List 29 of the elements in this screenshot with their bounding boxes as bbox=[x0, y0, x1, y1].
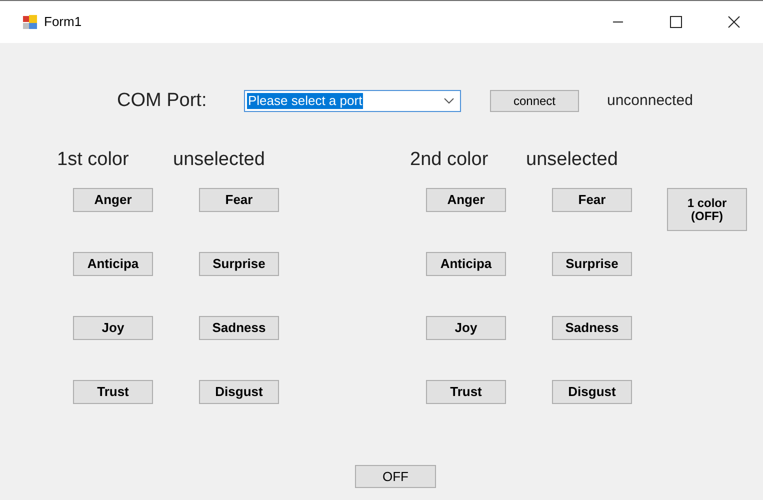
emotion-button[interactable]: Trust bbox=[73, 380, 153, 404]
emotion-button[interactable]: Fear bbox=[552, 188, 632, 212]
emotion-button[interactable]: Surprise bbox=[199, 252, 279, 276]
emotion-button[interactable]: Anger bbox=[73, 188, 153, 212]
emotion-button[interactable]: Fear bbox=[199, 188, 279, 212]
group-title: 2nd color bbox=[410, 150, 490, 168]
window-title: Form1 bbox=[44, 13, 82, 32]
selection-status: unselected bbox=[526, 150, 618, 168]
emotion-button[interactable]: Disgust bbox=[199, 380, 279, 404]
color-mode-button[interactable]: 1 color (OFF) bbox=[667, 188, 747, 231]
emotion-button[interactable]: Joy bbox=[426, 316, 506, 340]
emotion-button[interactable]: Sadness bbox=[199, 316, 279, 340]
emotion-button[interactable]: Surprise bbox=[552, 252, 632, 276]
selection-status: unselected bbox=[173, 150, 265, 168]
emotion-button[interactable]: Disgust bbox=[552, 380, 632, 404]
connection-status: unconnected bbox=[607, 90, 693, 111]
app-icon bbox=[22, 14, 38, 30]
chevron-down-icon bbox=[444, 98, 454, 104]
emotion-button[interactable]: Anticipa bbox=[426, 252, 506, 276]
emotion-button[interactable]: Sadness bbox=[552, 316, 632, 340]
connect-button[interactable]: connect bbox=[490, 90, 579, 112]
group-title: 1st color bbox=[57, 150, 130, 168]
emotion-button[interactable]: Joy bbox=[73, 316, 153, 340]
com-port-label: COM Port: bbox=[117, 88, 208, 113]
emotion-button[interactable]: Anticipa bbox=[73, 252, 153, 276]
emotion-button[interactable]: Trust bbox=[426, 380, 506, 404]
off-button[interactable]: OFF bbox=[355, 465, 436, 488]
emotion-button[interactable]: Anger bbox=[426, 188, 506, 212]
port-dropdown[interactable]: Please select a port bbox=[244, 90, 461, 112]
